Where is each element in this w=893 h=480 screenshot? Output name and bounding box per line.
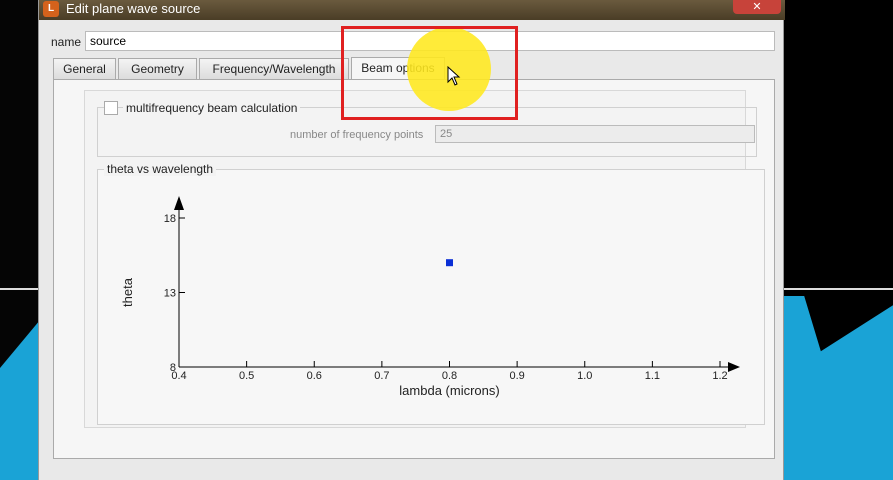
tab-general[interactable]: General [53,58,116,79]
x-tick-label: 0.9 [509,370,524,382]
x-tick-label: 1.1 [645,370,660,382]
y-tick-label: 13 [164,288,176,300]
mouse-cursor-icon [447,66,461,86]
y-axis-label: theta [120,277,135,307]
theta-vs-wavelength-chart: 0.4 0.5 0.6 0.7 0.8 0.9 1.0 1.1 1.281318lambda (… [120,196,740,398]
x-tick-label: 1.2 [712,370,727,382]
close-button[interactable]: ✕ [733,0,781,14]
beam-options-group: multifrequency beam calculation number o… [84,90,765,428]
beam-options-panel: multifrequency beam calculation number o… [53,79,775,459]
tab-geometry[interactable]: Geometry [118,58,197,79]
y-tick-label: 8 [170,362,176,374]
x-tick-label: 0.8 [442,370,457,382]
window-title: Edit plane wave source [66,1,201,16]
y-axis-arrow [174,196,184,210]
multifrequency-checkbox[interactable] [104,101,118,115]
frequency-points-label: number of frequency points [290,129,424,141]
edit-plane-wave-dialog: L Edit plane wave source ✕ name General … [38,0,785,480]
x-tick-label: 0.6 [307,370,322,382]
x-axis-label: lambda (microns) [399,383,499,398]
app-icon: L [43,1,59,17]
multifrequency-label: multifrequency beam calculation [123,101,301,115]
frequency-points-input[interactable]: 25 [435,125,755,143]
x-axis-arrow [728,362,740,372]
annotation-red-box [341,26,518,120]
y-tick-label: 18 [164,213,176,225]
name-label: name [51,35,82,49]
tab-frequency-wavelength[interactable]: Frequency/Wavelength [199,58,349,79]
x-tick-label: 0.7 [374,370,389,382]
data-point [446,259,453,267]
title-bar[interactable]: L Edit plane wave source ✕ [39,0,785,20]
x-tick-label: 1.0 [577,370,592,382]
x-tick-label: 0.5 [239,370,254,382]
theta-chart-group: theta vs wavelength 0.4 0.5 0.6 0.7 0.8 0.9 1.… [97,162,765,425]
